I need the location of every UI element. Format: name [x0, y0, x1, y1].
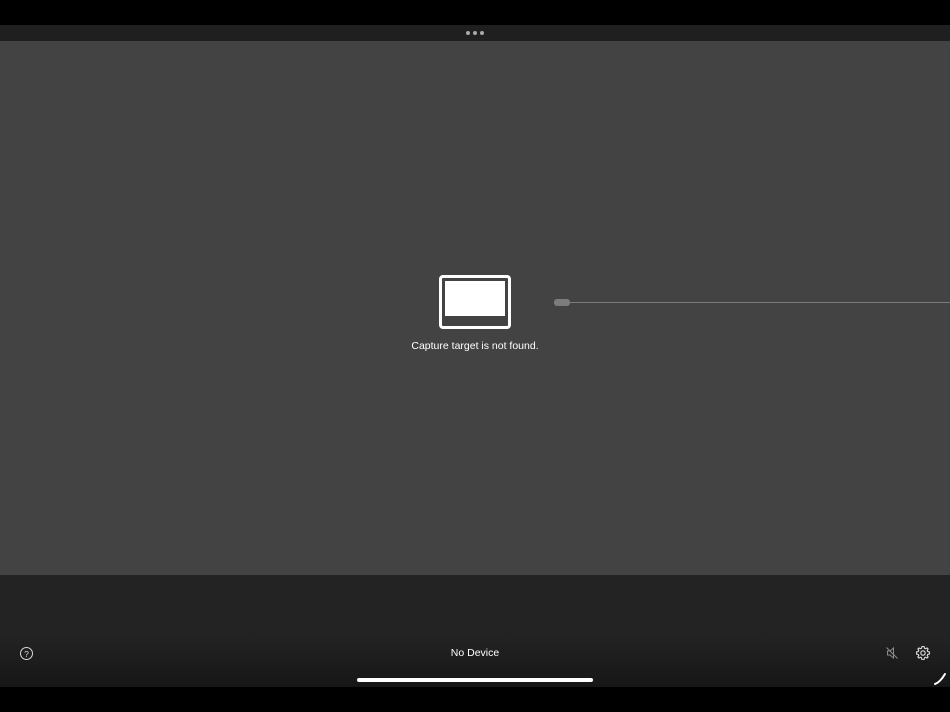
bottom-toolbar	[0, 575, 950, 687]
cable-plug	[554, 299, 570, 306]
multitasking-bar[interactable]	[0, 25, 950, 41]
status-bar	[0, 0, 950, 25]
mute-button[interactable]	[885, 646, 899, 660]
home-indicator[interactable]	[357, 678, 593, 682]
pencil-icon	[934, 673, 946, 685]
ellipsis-icon[interactable]	[466, 31, 484, 35]
gear-icon	[915, 645, 931, 661]
device-name-label: No Device	[450, 647, 500, 659]
disconnected-cable-icon	[554, 299, 950, 307]
monitor-icon	[439, 275, 511, 329]
capture-status-message: Capture target is not found.	[411, 340, 539, 352]
cable-wire	[569, 302, 950, 303]
monitor-screen	[445, 281, 505, 316]
speaker-muted-icon	[886, 646, 898, 660]
settings-button[interactable]	[915, 645, 931, 661]
help-button[interactable]: ?	[20, 647, 33, 660]
help-icon: ?	[24, 648, 29, 659]
bottom-bezel	[0, 687, 950, 712]
